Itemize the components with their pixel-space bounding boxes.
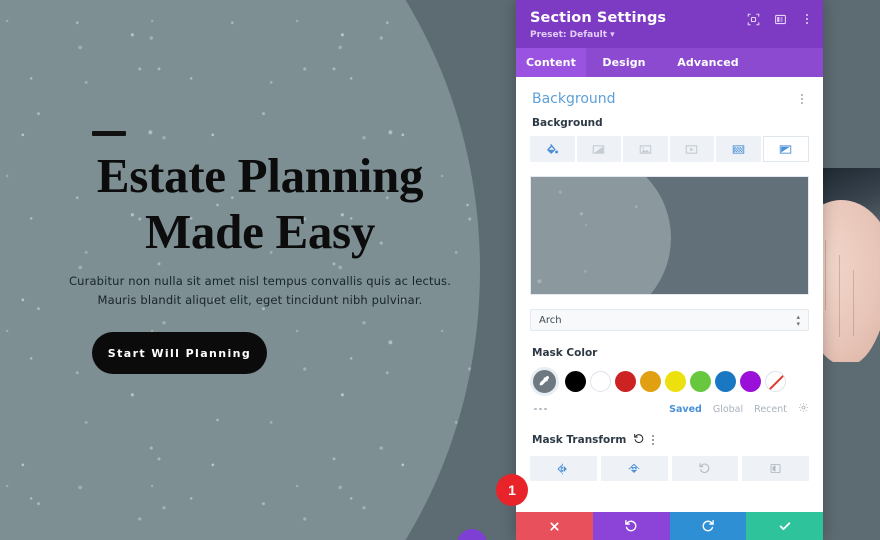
mask-icon: [780, 144, 792, 154]
swatch-black[interactable]: [565, 371, 586, 392]
swatch-eyedropper[interactable]: [530, 367, 559, 396]
rotate-icon: [699, 463, 710, 473]
flip-horizontal-button[interactable]: [530, 456, 597, 481]
mask-color-swatches: [516, 367, 823, 396]
save-button[interactable]: [746, 512, 823, 540]
tab-design[interactable]: Design: [586, 48, 662, 77]
hero-hand-image: [818, 168, 880, 362]
swatch-orange[interactable]: [640, 371, 661, 392]
invert-button[interactable]: [742, 456, 809, 481]
flip-vertical-button[interactable]: [600, 456, 668, 481]
tab-content[interactable]: Content: [516, 48, 586, 77]
screen: Estate Planning Made Easy Curabitur non …: [0, 0, 880, 540]
panel-tabs: Content Design Advanced: [516, 48, 823, 77]
undo-button[interactable]: [592, 512, 670, 540]
flip-horizontal-icon: [557, 463, 568, 474]
background-image-button[interactable]: [623, 136, 668, 162]
background-gradient-button[interactable]: [576, 136, 621, 162]
mask-color-label: Mask Color: [532, 347, 598, 359]
swatch-purple[interactable]: [740, 371, 761, 392]
more-options-icon[interactable]: [800, 12, 814, 26]
mask-preview-shape: [531, 177, 671, 294]
swatch-yellow[interactable]: [665, 371, 686, 392]
swatch-transparent[interactable]: [765, 371, 786, 392]
color-tab-recent[interactable]: Recent: [754, 404, 787, 415]
swatch-blue[interactable]: [715, 371, 736, 392]
mask-transform-label: Mask Transform: [532, 433, 627, 446]
swatch-white[interactable]: [590, 371, 611, 392]
color-tab-saved[interactable]: Saved: [669, 404, 702, 415]
mask-style-select[interactable]: Arch ▴ ▾: [530, 309, 809, 331]
background-section-header: Background: [516, 77, 823, 117]
background-video-button[interactable]: [669, 136, 714, 162]
layout-columns-icon[interactable]: [773, 12, 787, 26]
undo-icon: [625, 520, 637, 532]
cancel-button[interactable]: [516, 512, 593, 540]
section-settings-panel: Section Settings Preset: Default ▾ Conte…: [516, 0, 823, 540]
mask-transform-header: Mask Transform: [516, 416, 823, 456]
redo-button[interactable]: [669, 512, 747, 540]
background-mask-button[interactable]: [762, 136, 809, 162]
hero-divider-rule: [92, 131, 126, 136]
background-pattern-button[interactable]: [716, 136, 761, 162]
focus-target-icon[interactable]: [746, 12, 760, 26]
more-options-icon[interactable]: [795, 92, 809, 106]
hand-shape: [821, 200, 880, 362]
paint-bucket-icon: [546, 143, 558, 154]
background-color-button[interactable]: [530, 136, 575, 162]
swatch-green[interactable]: [690, 371, 711, 392]
pattern-icon: [732, 144, 744, 154]
start-will-planning-button[interactable]: Start Will Planning: [92, 332, 267, 374]
image-icon: [639, 144, 651, 154]
panel-body: Background Background Arch ▴ ▾ Mask Colo…: [516, 77, 823, 512]
step-badge: 1: [496, 474, 528, 506]
video-icon: [686, 144, 698, 154]
redo-icon: [702, 520, 714, 532]
panel-preset-selector[interactable]: Preset: Default ▾: [530, 30, 809, 40]
close-icon: [550, 521, 559, 531]
more-options-icon[interactable]: [652, 434, 655, 445]
reset-icon[interactable]: [633, 430, 645, 449]
background-group-label: Background: [532, 117, 603, 129]
swatch-red[interactable]: [615, 371, 636, 392]
more-colors-icon[interactable]: [534, 407, 547, 411]
mask-preview: [530, 176, 809, 295]
check-icon: [779, 522, 790, 531]
mask-transform-buttons: [516, 456, 823, 481]
chevron-updown-icon: ▴ ▾: [796, 312, 800, 328]
panel-preset-label: Preset: Default: [530, 30, 607, 40]
mask-style-value: Arch: [539, 314, 562, 326]
gradient-icon: [593, 144, 605, 154]
invert-icon: [770, 463, 781, 474]
page-title: Estate Planning Made Easy: [96, 148, 424, 259]
gear-icon[interactable]: [798, 402, 809, 416]
background-type-toggle-group: [530, 136, 809, 162]
color-source-tabs: Saved Global Recent: [669, 402, 809, 416]
panel-action-bar: [516, 512, 823, 540]
panel-header: Section Settings Preset: Default ▾: [516, 0, 823, 48]
tab-advanced[interactable]: Advanced: [662, 48, 754, 77]
eyedropper-icon: [539, 376, 549, 386]
hero-section: Estate Planning Made Easy Curabitur non …: [0, 0, 520, 540]
background-section-title: Background: [532, 91, 616, 107]
hero-subtitle: Curabitur non nulla sit amet nisl tempus…: [68, 274, 452, 307]
flip-vertical-icon: [628, 463, 640, 473]
panel-header-icons: [746, 12, 814, 26]
rotate-button[interactable]: [671, 456, 739, 481]
mask-color-meta-row: Saved Global Recent: [516, 396, 823, 416]
color-tab-global[interactable]: Global: [713, 404, 743, 415]
